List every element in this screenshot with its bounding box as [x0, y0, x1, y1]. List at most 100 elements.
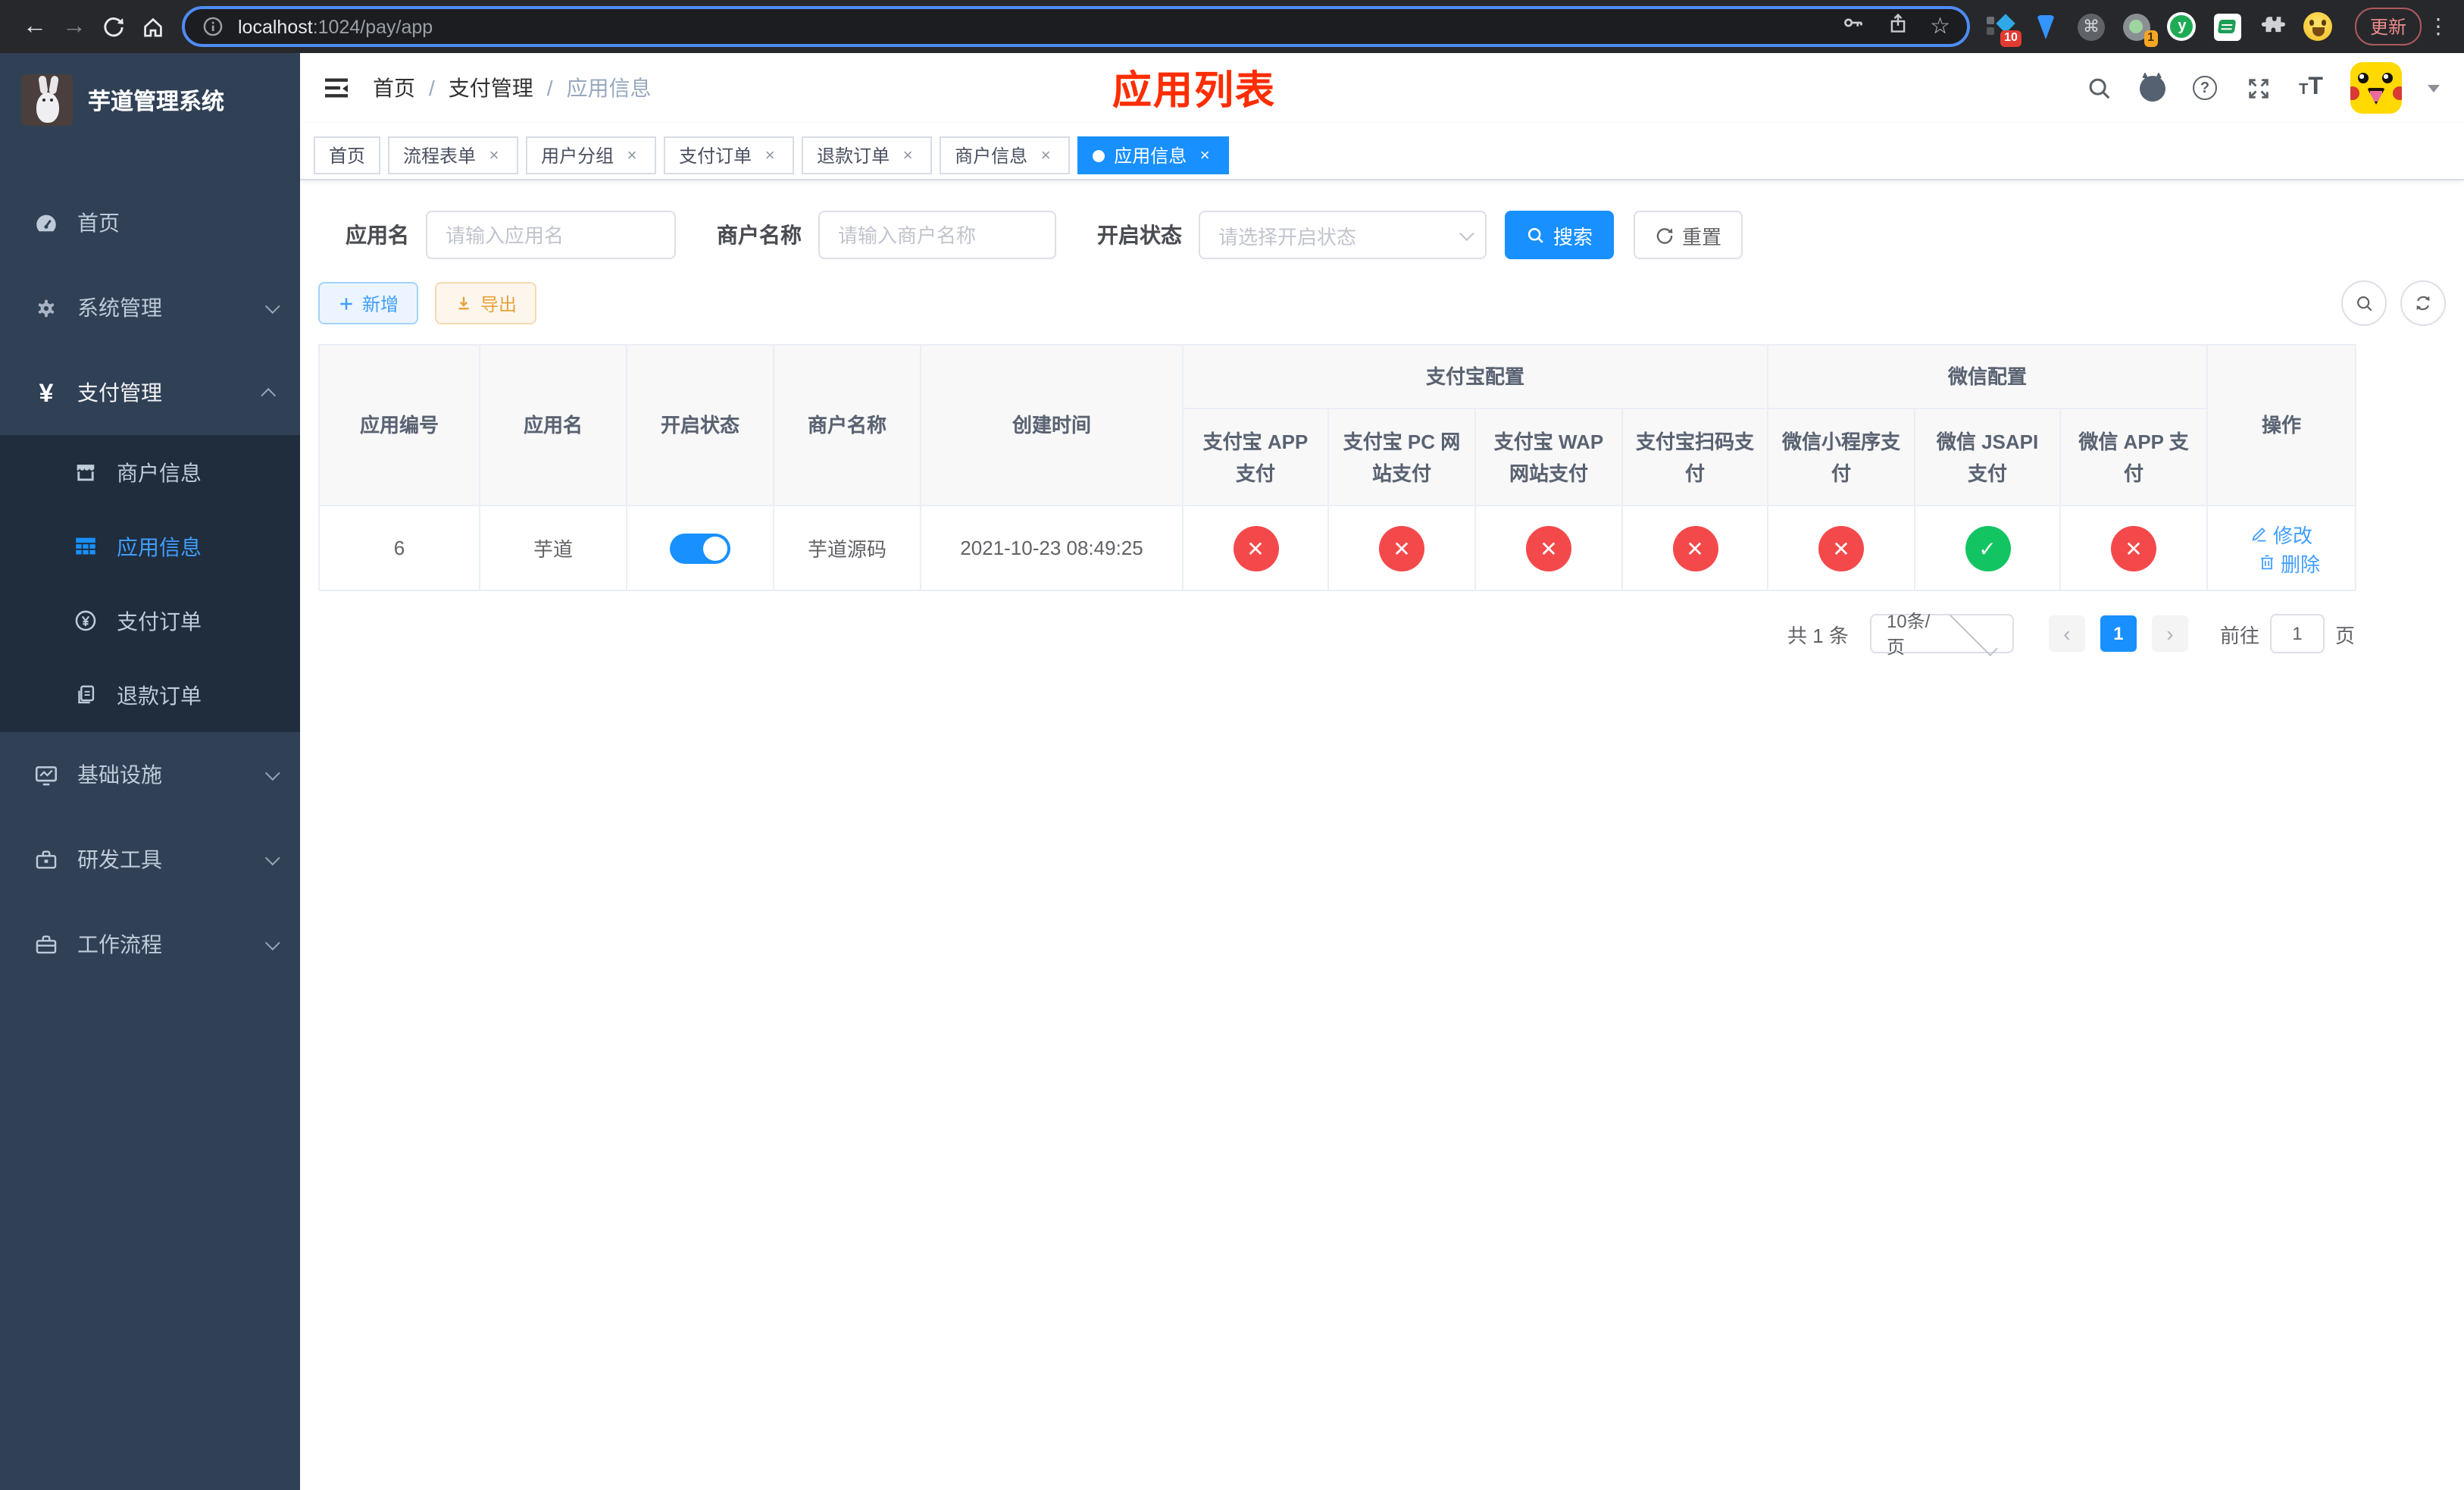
chevron-down-icon [1949, 607, 1998, 656]
page-number-button[interactable]: 1 [2100, 615, 2137, 652]
show-search-button[interactable] [2341, 280, 2387, 326]
gear-icon [33, 295, 59, 321]
sidebar-item-dev-tools[interactable]: 研发工具 [0, 817, 300, 902]
group-alipay-config: 支付宝配置 [1181, 344, 1769, 409]
delete-link[interactable]: 删除 [2258, 548, 2320, 577]
sidebar-item-home[interactable]: 首页 [0, 180, 300, 265]
tag-merchant-info[interactable]: 商户信息 [940, 136, 1071, 174]
address-bar[interactable]: localhost:1024/pay/app ☆ [182, 6, 1970, 47]
github-icon[interactable] [2138, 74, 2165, 102]
sidebar-item-app-info[interactable]: 应用信息 [0, 509, 300, 584]
refresh-button[interactable] [2400, 280, 2446, 326]
documents-icon [73, 682, 98, 708]
browser-reload-icon[interactable] [94, 7, 133, 46]
browser-back-icon[interactable]: ← [15, 7, 55, 46]
breadcrumb-payment[interactable]: 支付管理 [449, 73, 533, 103]
sidebar-menu: 首页 系统管理 ¥ 支付管理 商户信息 应用信息 支付订单 退款订单 基础设施 … [0, 180, 300, 987]
share-icon[interactable] [1886, 11, 1909, 42]
apps-table: 应用编号 应用名 开启状态 商户名称 创建时间 支付宝配置 微信配置 操作 支付… [318, 344, 2357, 591]
screen: ← → localhost:1024/pay/app ☆ 10 ⌘ 1 y 更新… [0, 0, 2464, 1490]
sidebar-collapse-icon[interactable] [321, 73, 352, 103]
goto-page-input[interactable] [2269, 614, 2325, 653]
green-y-extension-icon[interactable] [2167, 11, 2197, 42]
breadcrumb-home[interactable]: 首页 [373, 73, 415, 103]
sidebar-item-payment[interactable]: ¥ 支付管理 [0, 350, 300, 435]
tab-manager-extension-icon[interactable]: 10 [1985, 11, 2022, 46]
close-icon[interactable] [1037, 146, 1055, 164]
command-extension-icon[interactable] [2076, 11, 2106, 42]
group-wechat-config: 微信配置 [1767, 344, 2209, 409]
chat-extension-icon[interactable] [2212, 11, 2243, 42]
browser-home-icon[interactable] [133, 7, 173, 46]
sidebar-item-refund-orders[interactable]: 退款订单 [0, 658, 300, 732]
font-size-icon[interactable] [2297, 74, 2325, 102]
chrome-update-button[interactable]: 更新 [2354, 8, 2422, 45]
col-wechat-mini: 微信小程序支付 [1767, 408, 1916, 506]
cell-ops: 修改 删除 [2206, 505, 2357, 591]
tag-user-group[interactable]: 用户分组 [526, 136, 657, 174]
tag-refund-orders[interactable]: 退款订单 [802, 136, 933, 174]
pagination-total: 共 1 条 [1787, 624, 1849, 646]
close-icon[interactable] [899, 146, 917, 164]
reset-button[interactable]: 重置 [1634, 211, 1743, 259]
page-size-select[interactable]: 10条/页 [1869, 607, 2014, 658]
profile-emoji-icon[interactable] [2303, 11, 2334, 42]
col-app-name: 应用名 [479, 344, 627, 506]
bookmark-star-icon[interactable]: ☆ [1930, 15, 1950, 38]
extensions-puzzle-icon[interactable] [2258, 11, 2288, 42]
browser-menu-icon[interactable] [2428, 14, 2449, 39]
tag-app-info[interactable]: 应用信息 [1077, 136, 1230, 174]
extension-badge: 1 [2143, 30, 2158, 46]
status-toggle[interactable] [670, 533, 730, 563]
page-title: 应用列表 [1112, 67, 1277, 113]
user-avatar[interactable] [2350, 62, 2402, 114]
search-button[interactable]: 搜索 [1505, 211, 1615, 259]
monitor-chart-icon [33, 762, 59, 787]
close-icon[interactable] [623, 146, 641, 164]
prev-page-button[interactable] [2048, 615, 2085, 652]
search-icon[interactable] [2085, 74, 2112, 102]
close-icon[interactable] [485, 146, 503, 164]
tag-pay-orders[interactable]: 支付订单 [664, 136, 795, 174]
breadcrumb-current: 应用信息 [566, 76, 652, 100]
status-label: 开启状态 [1097, 223, 1182, 247]
shop-icon [73, 459, 98, 485]
status-select[interactable]: 请选择开启状态 [1199, 211, 1487, 259]
chevron-down-icon [264, 765, 280, 781]
payment-submenu: 商户信息 应用信息 支付订单 退款订单 [0, 435, 300, 732]
edit-link[interactable]: 修改 [2250, 519, 2312, 548]
chevron-down-icon [264, 298, 280, 314]
tag-process-form[interactable]: 流程表单 [388, 136, 519, 174]
page-suffix-label: 页 [2334, 624, 2355, 646]
next-page-button[interactable] [2151, 615, 2188, 652]
fullscreen-icon[interactable] [2244, 74, 2272, 102]
export-button[interactable]: 导出 [435, 282, 537, 324]
app-logo[interactable]: 芋道管理系统 [0, 53, 300, 147]
table-grid-icon [73, 534, 98, 559]
col-created: 创建时间 [920, 344, 1184, 506]
briefcase-icon [33, 931, 59, 957]
sidebar-item-workflow[interactable]: 工作流程 [0, 902, 300, 987]
help-icon[interactable] [2191, 74, 2219, 102]
tag-home[interactable]: 首页 [314, 136, 381, 174]
merchant-name-input[interactable] [818, 211, 1056, 259]
password-key-icon[interactable] [1840, 11, 1865, 42]
merchant-name-label: 商户名称 [717, 223, 802, 247]
alipay-pc-status-icon: ✕ [1379, 525, 1424, 571]
sidebar-item-pay-orders[interactable]: 支付订单 [0, 584, 300, 658]
session-extension-icon[interactable]: 1 [2122, 11, 2158, 46]
sidebar-item-merchant-info[interactable]: 商户信息 [0, 435, 300, 509]
sidebar-item-infrastructure[interactable]: 基础设施 [0, 732, 300, 817]
user-menu-caret-icon[interactable] [2428, 84, 2440, 92]
col-alipay-pc: 支付宝 PC 网站支付 [1327, 408, 1476, 506]
add-button[interactable]: 新增 [318, 282, 419, 324]
site-info-icon[interactable] [202, 15, 224, 38]
browser-forward-icon[interactable]: → [55, 7, 94, 46]
close-icon[interactable] [1196, 146, 1214, 164]
alipay-wap-status-icon: ✕ [1526, 525, 1571, 571]
gem-extension-icon[interactable] [2031, 11, 2061, 42]
app-name-input[interactable] [426, 211, 676, 259]
close-icon[interactable] [761, 146, 779, 164]
active-dot [1093, 149, 1105, 161]
sidebar-item-system[interactable]: 系统管理 [0, 265, 300, 350]
